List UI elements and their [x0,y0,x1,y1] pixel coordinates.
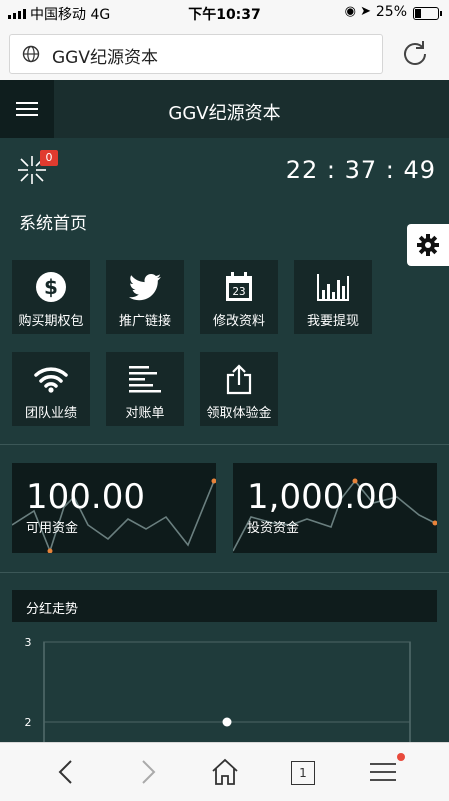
notification-badge: 0 [40,150,58,166]
tile-team-performance[interactable]: 团队业绩 [12,352,90,426]
tile-label: 对账单 [125,406,165,421]
bird-icon [129,274,161,301]
status-bar: 中国移动 4G 下午10:37 ◉ ➤ 25% [0,0,449,26]
invested-funds-label: 投资资金 [247,521,300,536]
wifi-icon [34,367,68,393]
y-tick-label: 2 [25,716,32,729]
tile-label: 领取体验金 [206,406,272,421]
browser-bottom-toolbar: 1 [0,742,449,801]
forward-icon[interactable] [132,757,162,787]
address-bar[interactable]: GGV纪源资本 [9,34,383,74]
bar-chart-icon [317,274,349,301]
tile-promotion-link[interactable]: 推广链接 [106,260,184,334]
chart-data-point [222,717,232,727]
menu-icon[interactable] [368,757,398,787]
app-header: GGV纪源资本 [0,80,449,138]
invested-funds-card: 1,000.00 投资资金 [233,463,437,553]
tile-label: 我要提现 [306,314,359,329]
tile-label: 购买期权包 [18,314,84,329]
available-funds-label: 可用资金 [26,521,79,536]
battery-icon [413,7,442,20]
tile-edit-profile[interactable]: 23 修改资料 [200,260,278,334]
list-icon [129,366,161,393]
clock-display: 22 : 37 : 49 [285,156,436,184]
share-icon [226,364,252,395]
tile-claim-trial-fund[interactable]: 领取体验金 [200,352,278,426]
available-funds-value: 100.00 [26,477,145,517]
section-divider [0,572,449,573]
menu-notification-dot [397,753,405,761]
location-icon: ◉ ➤ [344,4,371,19]
available-funds-card: 100.00 可用资金 [12,463,216,553]
chart-header: 分红走势 [12,590,437,622]
address-text: GGV纪源资本 [52,48,158,68]
dollar-icon: $ [36,272,66,302]
home-icon[interactable] [210,757,240,787]
chart-plot-frame [43,641,411,750]
tile-buy-option-package[interactable]: $ 购买期权包 [12,260,90,334]
svg-text:$: $ [44,275,58,299]
settings-button[interactable] [407,224,449,266]
toolbar-row: 0 22 : 37 : 49 [0,138,449,200]
app-title: GGV纪源资本 [168,103,281,124]
tile-label: 团队业绩 [24,406,77,421]
calendar-icon: 23 [226,272,252,301]
tile-label: 推广链接 [118,314,171,329]
dividend-chart: 32 [25,636,411,750]
chart-title: 分红走势 [26,602,79,617]
browser-bar: GGV纪源资本 [0,26,449,81]
y-tick-label: 3 [25,636,32,649]
reload-icon[interactable] [401,38,429,66]
tile-label: 修改资料 [212,314,265,329]
globe-icon [22,45,40,63]
invested-funds-value: 1,000.00 [247,477,399,517]
dividend-trend-panel: 分红走势 32 [12,590,437,750]
tile-statement[interactable]: 对账单 [106,352,184,426]
battery-percent: 25% [375,4,407,20]
svg-text:23: 23 [232,285,245,298]
page-title: 系统首页 [19,214,87,234]
section-divider [0,444,449,445]
tile-withdraw[interactable]: 我要提现 [294,260,372,334]
tabs-button[interactable]: 1 [291,761,315,785]
back-icon[interactable] [52,757,82,787]
gear-icon [417,234,439,256]
